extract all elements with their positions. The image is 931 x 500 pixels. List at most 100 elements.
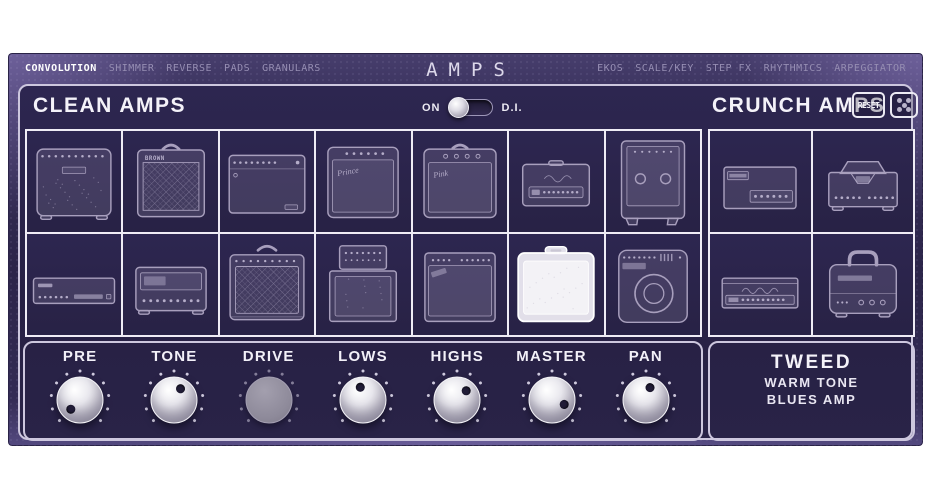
knob-tick <box>149 381 153 385</box>
knob-tick <box>58 418 62 422</box>
amp-cell-display-head[interactable] <box>123 234 217 335</box>
amp-cell-slo-head[interactable] <box>813 234 914 335</box>
knob-unit-master: MASTER <box>508 348 596 434</box>
knob-label-tone: TONE <box>151 348 197 365</box>
knob-master[interactable] <box>518 366 586 434</box>
display-head-icon <box>126 237 216 332</box>
knob-face-tone[interactable] <box>151 377 198 424</box>
knob-tick <box>573 381 577 385</box>
knob-pre[interactable] <box>46 366 114 434</box>
silver-combo-icon <box>222 134 312 229</box>
amp-cell-diamond-combo[interactable] <box>220 234 314 335</box>
amp-cell-rack-preamp[interactable] <box>27 234 121 335</box>
nav-item-scale-key[interactable]: SCALE/KEY <box>635 63 694 74</box>
di-toggle[interactable] <box>450 99 493 116</box>
nav-item-rhythmics[interactable]: RHYTHMICS <box>764 63 823 74</box>
amp-cell-plexi-head[interactable] <box>710 234 811 335</box>
svg-text:BROWN: BROWN <box>145 156 165 162</box>
knob-tick <box>427 394 430 397</box>
di-toggle-knob[interactable] <box>448 97 469 118</box>
knob-face-drive[interactable] <box>245 377 292 424</box>
knob-tick <box>107 394 110 397</box>
knob-tone[interactable] <box>140 366 208 434</box>
nav-item-convolution[interactable]: CONVOLUTION <box>25 63 97 74</box>
nav-item-step-fx[interactable]: STEP FX <box>706 63 752 74</box>
knob-tick <box>442 372 446 376</box>
amp-cell-tweed-combo[interactable] <box>509 234 603 335</box>
selected-amp-name: TWEED <box>710 352 913 374</box>
amp-cell-pink-combo[interactable]: Pink <box>413 131 507 232</box>
knob-tick <box>334 407 338 411</box>
knob-tick <box>65 372 69 376</box>
jc-combo-icon <box>29 134 119 229</box>
amp-cell-hiwatt-head[interactable] <box>710 131 811 232</box>
knob-tick <box>570 418 574 422</box>
knob-face-pre[interactable] <box>57 377 104 424</box>
knob-tick <box>479 381 483 385</box>
knob-tick <box>280 372 284 376</box>
main-panel: CLEAN AMPS ON D.I. CRUNCH AMPS RESET <box>18 84 913 440</box>
knob-tick <box>91 372 95 376</box>
knob-tick <box>664 418 668 422</box>
knob-tick <box>456 370 459 373</box>
knob-tick <box>239 407 243 411</box>
knob-tick <box>521 394 524 397</box>
knob-tick <box>243 381 247 385</box>
amp-cell-blues-head[interactable] <box>509 131 603 232</box>
diamond-combo-icon <box>222 237 312 332</box>
knob-tick <box>337 381 341 385</box>
knob-tick <box>389 407 393 411</box>
knob-tick <box>106 407 110 411</box>
nav-item-arpeggiator[interactable]: ARPEGGIATOR <box>834 63 906 74</box>
amp-cell-brown-combo[interactable]: BROWN <box>123 131 217 232</box>
knob-tick <box>536 372 540 376</box>
knob-face-highs[interactable] <box>434 377 481 424</box>
knob-tick <box>296 394 299 397</box>
toggle-on-label: ON <box>422 102 441 114</box>
amp-cell-princeton-combo[interactable]: Prince <box>316 131 410 232</box>
amp-cell-tall-cab[interactable] <box>606 131 700 232</box>
amp-cell-half-stack[interactable] <box>316 234 410 335</box>
knob-face-master[interactable] <box>528 377 575 424</box>
dice-five-icon[interactable] <box>890 92 918 118</box>
knob-drive[interactable] <box>235 366 303 434</box>
nav-item-pads[interactable]: PADS <box>224 63 250 74</box>
knob-tick <box>577 407 581 411</box>
knob-tick <box>374 372 378 376</box>
brown-combo-icon: BROWN <box>126 134 216 229</box>
knob-unit-tone: TONE <box>130 348 218 434</box>
amp-cell-silver-combo[interactable] <box>220 131 314 232</box>
half-stack-icon <box>318 237 408 332</box>
knob-label-pan: PAN <box>629 348 663 365</box>
knob-tick <box>620 381 624 385</box>
amp-cell-deluxe-combo[interactable] <box>413 234 507 335</box>
top-nav: CONVOLUTION SHIMMER REVERSE PADS GRANULARS A… <box>8 53 923 84</box>
hiwatt-head-icon <box>715 134 805 229</box>
knob-highs[interactable] <box>423 366 491 434</box>
nav-item-ekos[interactable]: EKOS <box>597 63 623 74</box>
knob-lows[interactable] <box>329 366 397 434</box>
knob-pan[interactable] <box>612 366 680 434</box>
knob-label-lows: LOWS <box>338 348 388 365</box>
knob-tick <box>145 407 149 411</box>
knob-unit-highs: HIGHS <box>413 348 501 434</box>
nav-item-granulars[interactable]: GRANULARS <box>262 63 321 74</box>
nav-item-shimmer[interactable]: SHIMMER <box>109 63 155 74</box>
amp-cell-v-head[interactable] <box>813 131 914 232</box>
knob-unit-pre: PRE <box>36 348 124 434</box>
knob-tick <box>657 372 661 376</box>
amp-cell-cube-combo[interactable] <box>606 234 700 335</box>
knob-tick <box>435 418 439 422</box>
amp-cell-jc-combo[interactable] <box>27 131 121 232</box>
pink-combo-icon: Pink <box>415 134 505 229</box>
knob-tick <box>294 407 298 411</box>
cube-combo-icon <box>608 237 698 332</box>
deluxe-combo-icon <box>415 237 505 332</box>
v-head-icon <box>818 134 908 229</box>
nav-item-reverse[interactable]: REVERSE <box>166 63 212 74</box>
princeton-combo-icon: Prince <box>318 134 408 229</box>
knob-tick <box>173 370 176 373</box>
knob-tick <box>563 372 567 376</box>
reset-button[interactable]: RESET <box>852 92 885 118</box>
knob-tick <box>186 372 190 376</box>
